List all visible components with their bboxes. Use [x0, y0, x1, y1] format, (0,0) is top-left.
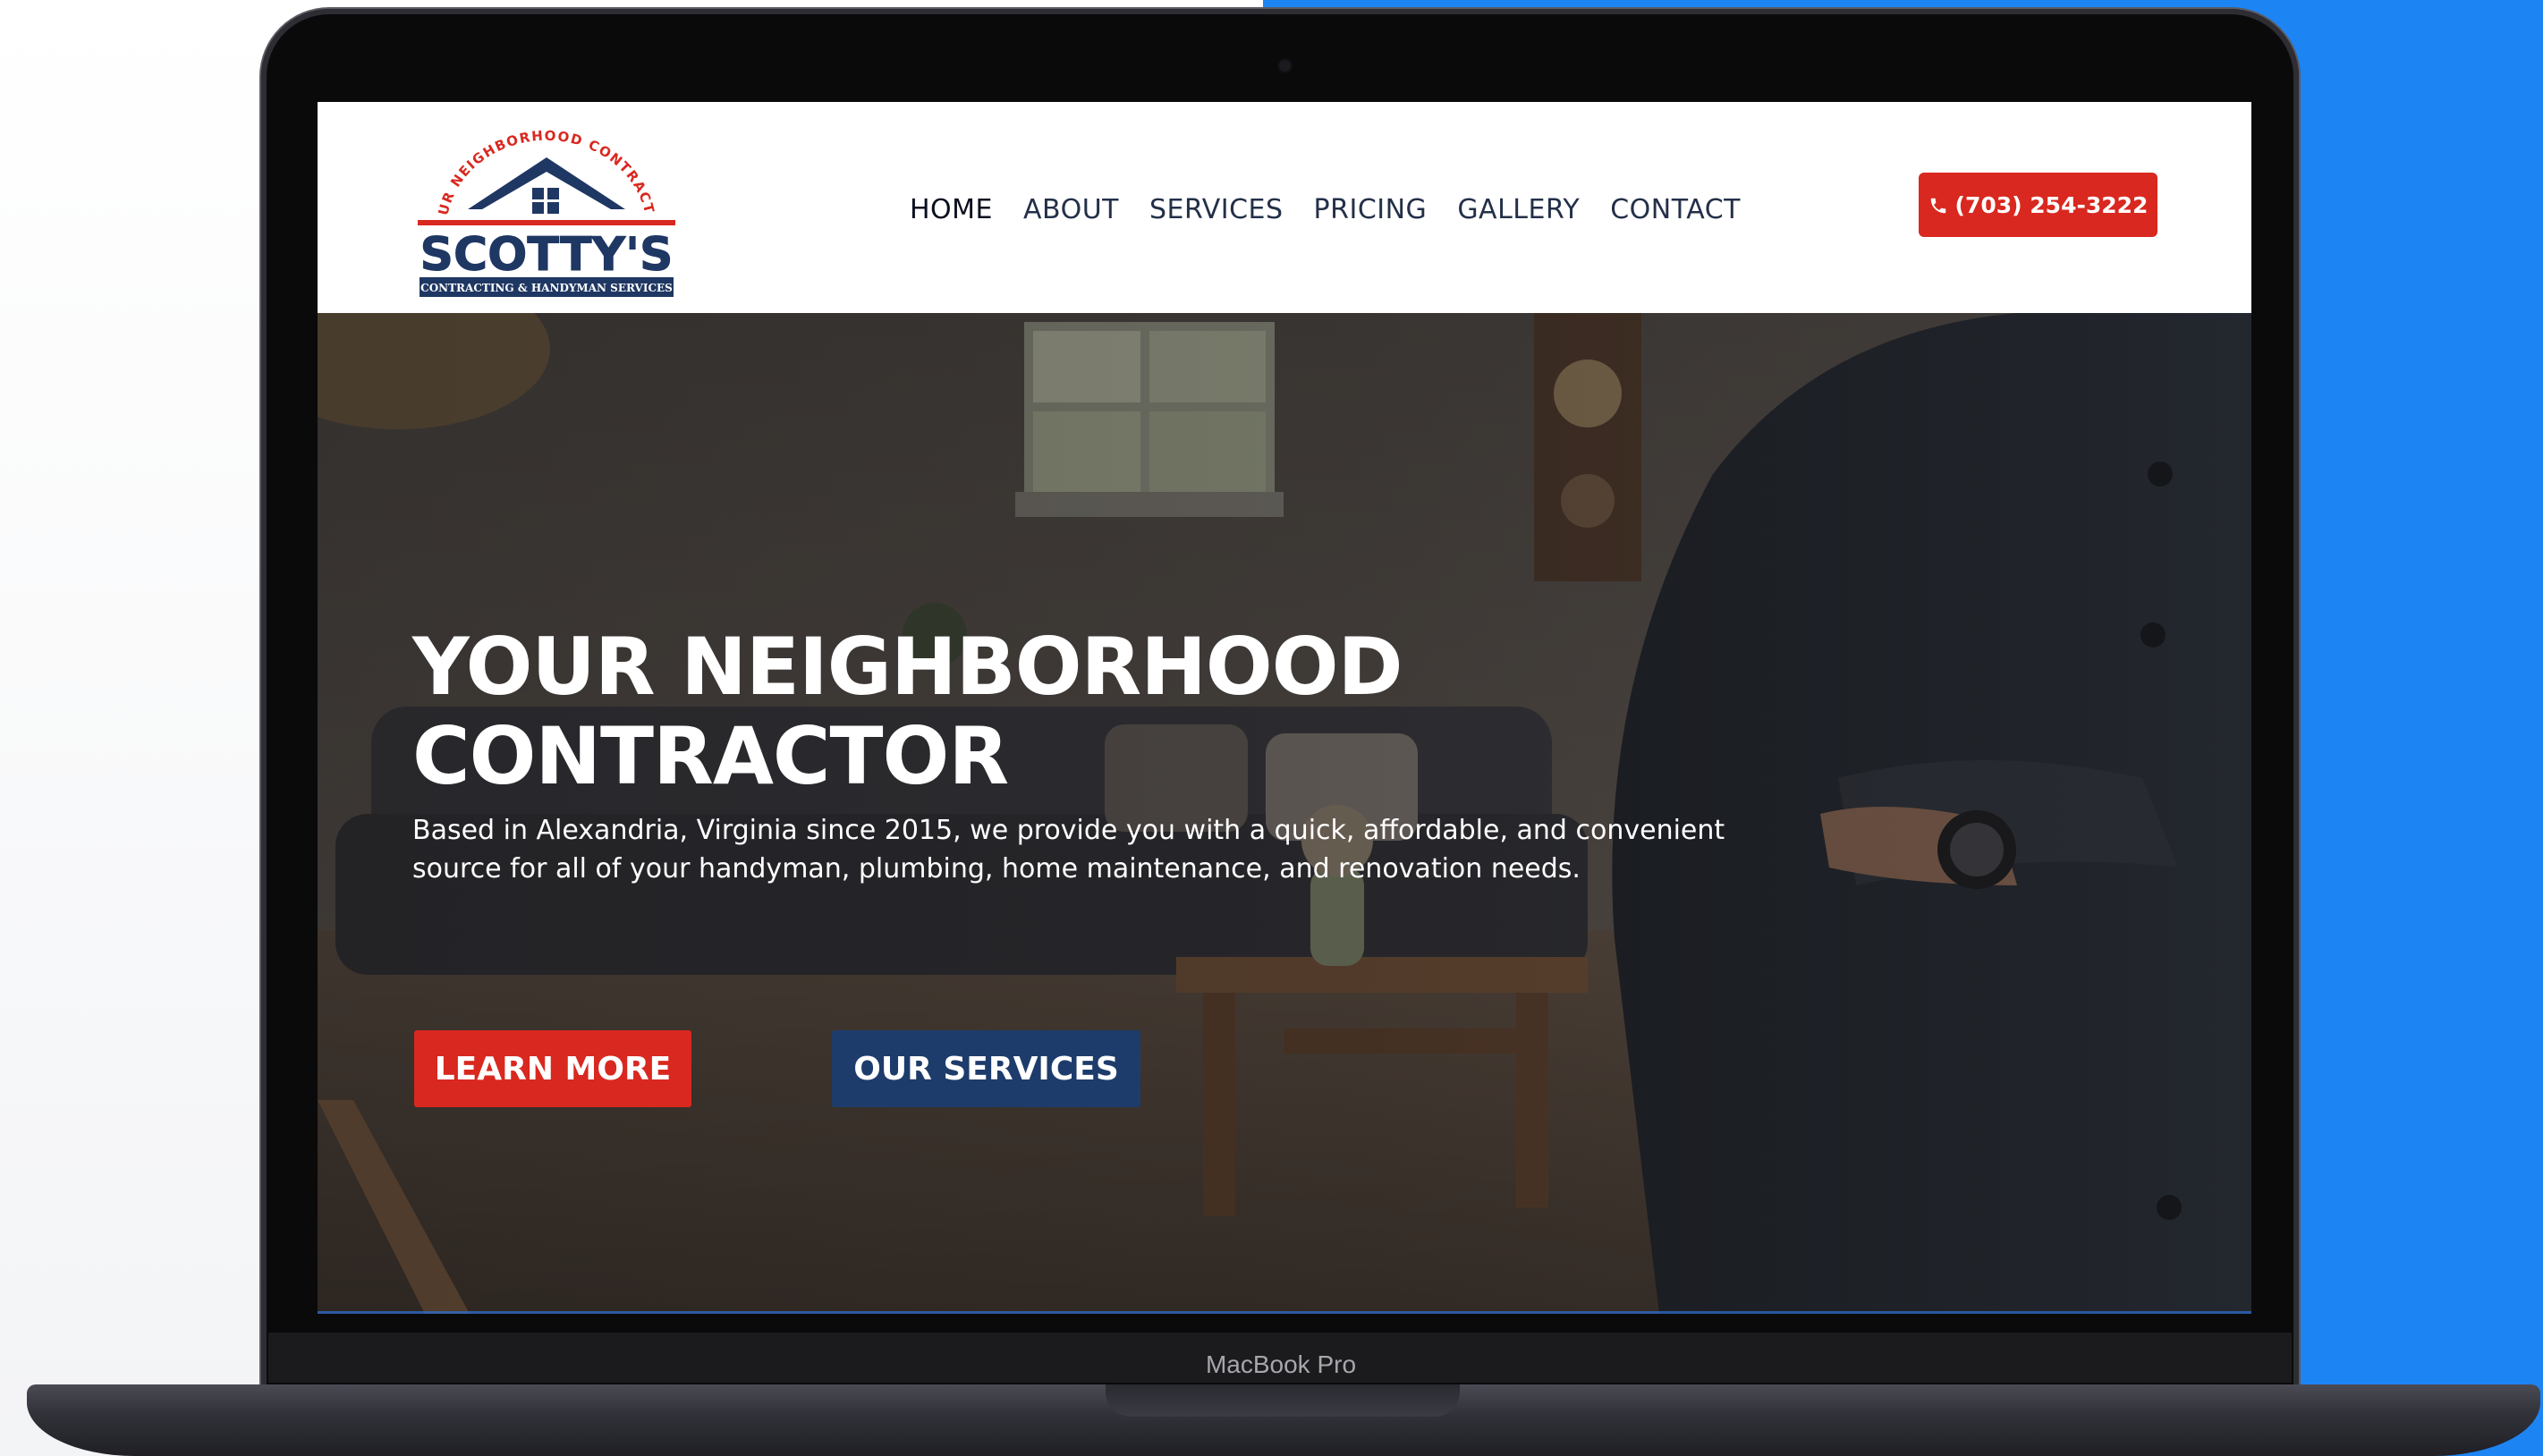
our-services-button[interactable]: OUR SERVICES: [832, 1030, 1140, 1107]
nav-item-services[interactable]: SERVICES: [1149, 194, 1284, 225]
svg-text:CONTRACTING & HANDYMAN SERVICE: CONTRACTING & HANDYMAN SERVICES: [420, 282, 673, 294]
phone-call-button[interactable]: (703) 254-3222: [1919, 173, 2157, 237]
site-header: YOUR NEIGHBORHOOD CONTRACTOR SCOTTY'S: [318, 102, 2251, 313]
hero-title: YOUR NEIGHBORHOOD CONTRACTOR: [412, 622, 1575, 801]
svg-text:SCOTTY'S: SCOTTY'S: [420, 228, 674, 282]
nav-item-pricing[interactable]: PRICING: [1314, 194, 1428, 225]
svg-text:YOUR NEIGHBORHOOD CONTRACTOR: YOUR NEIGHBORHOOD CONTRACTOR: [412, 113, 657, 216]
laptop-opening-notch: [1106, 1384, 1460, 1417]
webcam-icon: [1279, 60, 1291, 72]
nav-item-home[interactable]: HOME: [910, 194, 993, 225]
hero-section: YOUR NEIGHBORHOOD CONTRACTOR Based in Al…: [318, 313, 2251, 1314]
scottys-logo[interactable]: YOUR NEIGHBORHOOD CONTRACTOR SCOTTY'S: [406, 102, 681, 301]
laptop-screen: YOUR NEIGHBORHOOD CONTRACTOR SCOTTY'S: [318, 102, 2251, 1314]
screen-bottom-edge: [318, 1311, 2251, 1314]
logo-graphic: YOUR NEIGHBORHOOD CONTRACTOR SCOTTY'S: [406, 102, 675, 297]
nav-item-gallery[interactable]: GALLERY: [1457, 194, 1580, 225]
hero-title-line-2: CONTRACTOR: [412, 710, 1009, 802]
mockup-stage: YOUR NEIGHBORHOOD CONTRACTOR SCOTTY'S: [0, 0, 2543, 1456]
hero-description: Based in Alexandria, Virginia since 2015…: [412, 815, 1725, 885]
nav-item-about[interactable]: ABOUT: [1023, 194, 1119, 225]
hero-title-line-1: YOUR NEIGHBORHOOD: [412, 621, 1403, 713]
learn-more-button[interactable]: LEARN MORE: [414, 1030, 691, 1107]
phone-icon: [1928, 195, 1948, 215]
nav-item-contact[interactable]: CONTACT: [1610, 194, 1741, 225]
main-nav: HOME ABOUT SERVICES PRICING GALLERY CONT…: [910, 190, 1741, 229]
phone-number-label: (703) 254-3222: [1954, 191, 2149, 218]
device-model-label: MacBook Pro: [1205, 1350, 1357, 1378]
